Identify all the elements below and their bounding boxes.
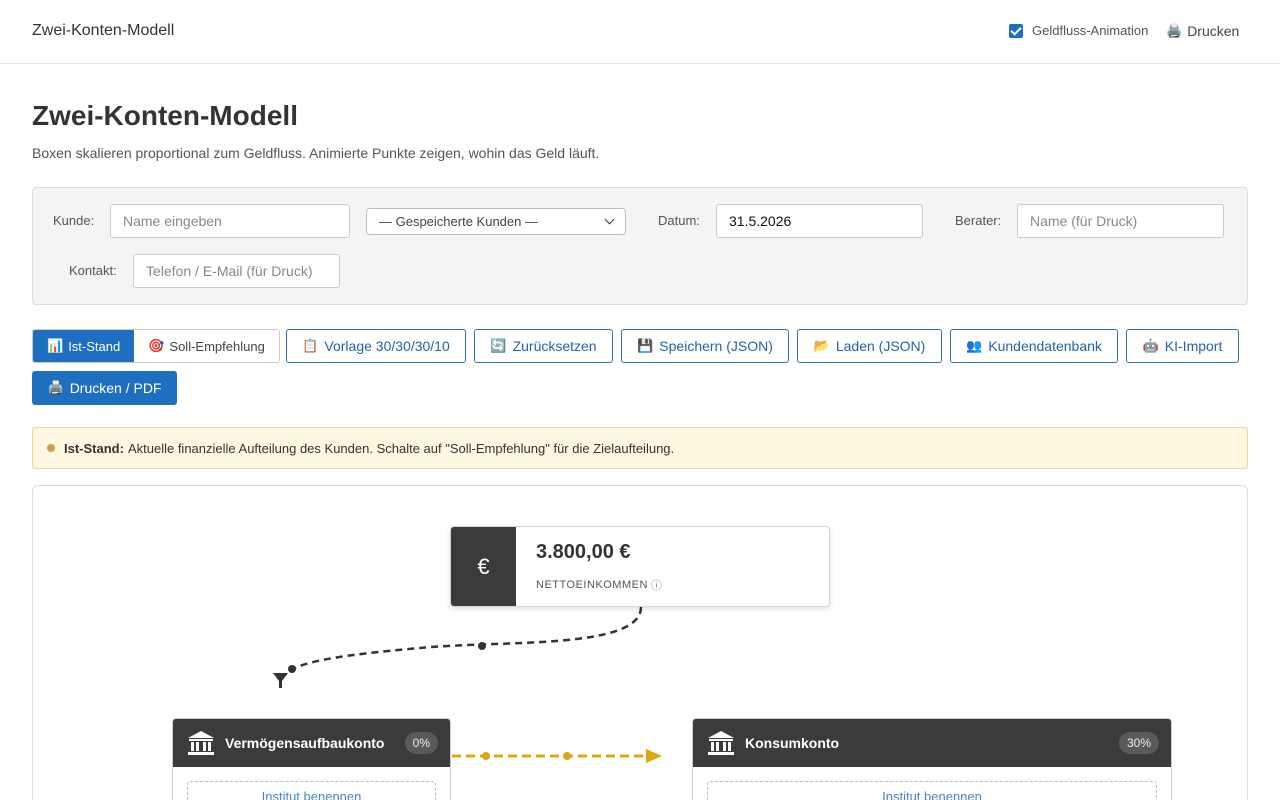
income-amount: 3.800,00 € <box>536 541 631 563</box>
target-icon: 🎯 <box>148 338 165 353</box>
ki-import-label: KI-Import <box>1164 338 1223 354</box>
income-card[interactable]: € 3.800,00 € NETTOEINKOMMEN ⓘ <box>450 526 830 607</box>
top-bar: Zwei-Konten-Modell Geldfluss-Animation 🖨… <box>0 0 1280 64</box>
vorlage-label: Vorlage 30/30/30/10 <box>324 338 450 354</box>
saved-customers-select[interactable]: — Gespeicherte Kunden — <box>366 208 626 235</box>
floppy-icon: 💾 <box>637 338 654 353</box>
account-card-konsum[interactable]: Konsumkonto 30% Institut benennen <box>692 718 1172 800</box>
account-card-vermoegensaufbau[interactable]: Vermögensaufbaukonto 0% Institut benenne… <box>172 718 451 800</box>
kunde-label: Kunde: <box>53 213 95 228</box>
customer-db-label: Kundendatenbank <box>988 338 1102 354</box>
animation-toggle[interactable]: Geldfluss-Animation <box>1009 23 1148 38</box>
mode-notice: Ist-Stand: Aktuelle finanzielle Aufteilu… <box>32 427 1248 469</box>
animation-label: Geldfluss-Animation <box>1032 23 1149 38</box>
tab-ist-label: Ist-Stand <box>68 338 121 354</box>
notice-bold: Ist-Stand: <box>64 440 124 456</box>
chart-icon: 📊 <box>47 338 64 353</box>
animation-checkbox[interactable] <box>1009 23 1023 38</box>
print-label: Drucken <box>1187 23 1240 39</box>
income-label: NETTOEINKOMMEN <box>536 579 648 591</box>
customer-db-button[interactable]: 👥 Kundendatenbank <box>950 329 1118 363</box>
printer-icon: 🖨️ <box>1166 23 1183 38</box>
ki-import-button[interactable]: 🤖 KI-Import <box>1126 329 1239 363</box>
folder-icon: 📂 <box>813 338 830 353</box>
kontakt-input[interactable]: Telefon / E-Mail (für Druck) <box>133 254 340 288</box>
account-percent-badge: 30% <box>1118 732 1159 754</box>
chevron-down-icon <box>604 214 615 225</box>
info-icon[interactable]: ⓘ <box>651 577 663 593</box>
notice-dot-icon <box>47 444 55 452</box>
page-subtitle: Boxen skalieren proportional zum Geldflu… <box>32 145 600 161</box>
refresh-icon: 🔄 <box>490 338 507 353</box>
print-link[interactable]: 🖨️ Drucken <box>1166 23 1239 39</box>
saved-customers-value: — Gespeicherte Kunden — <box>379 214 538 229</box>
euro-icon: € <box>451 527 516 606</box>
berater-label: Berater: <box>955 213 1002 228</box>
mode-switch: 📊 Ist-Stand 🎯 Soll-Empfehlung <box>32 329 280 363</box>
reset-label: Zurücksetzen <box>512 338 597 354</box>
vorlage-button[interactable]: 📋 Vorlage 30/30/30/10 <box>286 329 466 363</box>
load-json-button[interactable]: 📂 Laden (JSON) <box>797 329 942 363</box>
account-name: Vermögensaufbaukonto <box>225 735 385 751</box>
datum-input[interactable]: 31.5.2026 <box>716 204 923 238</box>
print-pdf-button[interactable]: 🖨️ Drucken / PDF <box>32 371 177 405</box>
berater-input[interactable]: Name (für Druck) <box>1017 204 1224 238</box>
clipboard-icon: 📋 <box>302 338 319 353</box>
reset-button[interactable]: 🔄 Zurücksetzen <box>474 329 613 363</box>
save-json-label: Speichern (JSON) <box>659 338 773 354</box>
bank-icon <box>188 731 214 755</box>
page-title: Zwei-Konten-Modell <box>32 100 298 131</box>
datum-label: Datum: <box>658 213 700 228</box>
save-json-button[interactable]: 💾 Speichern (JSON) <box>621 329 789 363</box>
kontakt-label: Kontakt: <box>69 263 117 278</box>
robot-icon: 🤖 <box>1142 338 1159 353</box>
bank-icon <box>708 731 734 755</box>
users-icon: 👥 <box>966 338 983 353</box>
print-pdf-label: Drucken / PDF <box>69 380 162 396</box>
institute-input[interactable]: Institut benennen <box>707 781 1157 800</box>
printer-icon: 🖨️ <box>47 380 64 395</box>
institute-input[interactable]: Institut benennen <box>187 781 436 800</box>
tab-soll-label: Soll-Empfehlung <box>169 338 265 354</box>
kunde-input[interactable]: Name eingeben <box>110 204 350 238</box>
notice-text: Aktuelle finanzielle Aufteilung des Kund… <box>127 440 675 456</box>
load-json-label: Laden (JSON) <box>835 338 926 354</box>
tab-soll-empfehlung[interactable]: 🎯 Soll-Empfehlung <box>134 330 279 362</box>
account-percent-badge: 0% <box>404 732 438 754</box>
app-brand: Zwei-Konten-Modell <box>32 22 175 39</box>
account-name: Konsumkonto <box>745 735 840 751</box>
tab-ist-stand[interactable]: 📊 Ist-Stand <box>33 330 135 362</box>
